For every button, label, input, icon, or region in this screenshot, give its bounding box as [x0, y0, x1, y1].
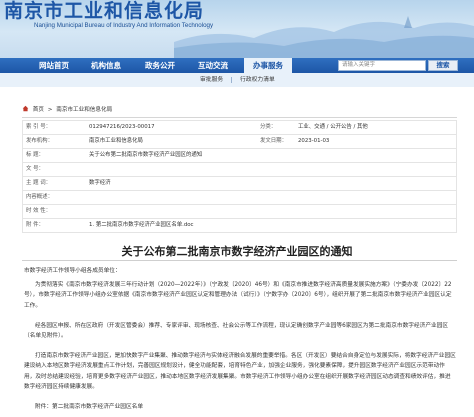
subnav-divider [231, 77, 232, 83]
publisher-label: 发布机构： [26, 138, 53, 144]
search-button[interactable]: 搜索 [428, 60, 458, 71]
info-row-docno: 文 号： [22, 162, 457, 176]
title-divider [22, 260, 457, 261]
title-value: 关于公布第二批南京市数字经济产业园区的通知 [89, 152, 203, 158]
article-paragraph: 经各园区申报、所在区政府（开发区管委会）推荐、专家评审、现场核查、社会公示等工作… [24, 323, 449, 340]
info-row-validity: 时 效 性： [22, 204, 457, 218]
info-row-summary: 内容概述： [22, 190, 457, 204]
info-row-title: 标 题： 关于公布第二批南京市数字经济产业园区的通知 [22, 148, 457, 162]
publisher-value: 南京市工业和信息化局 [89, 138, 143, 144]
article-title: 关于公布第二批南京市数字经济产业园区的通知 [121, 245, 353, 258]
effect-label: 时 效 性： [26, 208, 51, 214]
article-attachment-note: 附件：第二批南京市数字经济产业园区名单 [35, 404, 144, 410]
content-label: 内容概述： [26, 194, 53, 200]
article-paragraph: 打造南京市数字经济产业园区，是加快数字产业集聚、推动数字经济与实体经济融合发展的… [24, 353, 456, 391]
article-paragraph: 为贯彻落实《南京市数字经济发展三年行动计划（2020—2022年）》（宁政发〔2… [24, 282, 452, 309]
site-title: 南京市工业和信息化局 [4, 0, 205, 22]
nav-services[interactable]: 办事服务 [244, 58, 292, 73]
sub-nav: 审批服务 行政权力清单 [0, 73, 474, 87]
breadcrumb-separator: > [47, 107, 53, 113]
keywords-label: 主 题 词： [26, 180, 51, 186]
nav-interaction[interactable]: 互动交流 [191, 58, 235, 73]
site-banner: 南京市工业和信息化局 Nanjing Municipal Bureau of I… [0, 0, 474, 58]
subnav-power-list[interactable]: 行政权力清单 [240, 73, 275, 87]
home-icon [22, 105, 29, 112]
attachment-link[interactable]: 1. 第二批南京市数字经济产业园区名单.doc [89, 218, 194, 232]
info-row-keywords: 主 题 词： 数字经济 [22, 176, 457, 190]
keywords-value: 数字经济 [89, 180, 111, 186]
attach-label: 附 件： [26, 222, 44, 228]
main-nav: 网站首页 机构信息 政务公开 互动交流 办事服务 请输入关键字 搜索 [0, 58, 474, 73]
mountain-landscape-graphic [174, 16, 474, 58]
breadcrumb-home[interactable]: 首页 [33, 107, 44, 113]
breadcrumb-divider [22, 117, 457, 118]
info-table-border [22, 232, 457, 233]
info-row-publisher: 发布机构： 南京市工业和信息化局 发文日期： 2023-01-03 [22, 134, 457, 148]
subnav-approval-services[interactable]: 审批服务 [200, 73, 223, 87]
nav-organization[interactable]: 机构信息 [84, 58, 128, 73]
category-label: 分类： [260, 124, 277, 130]
search-input[interactable]: 请输入关键字 [338, 60, 426, 71]
info-row-attachment: 附 件： 1. 第二批南京市数字经济产业园区名单.doc [22, 218, 457, 232]
breadcrumb-current[interactable]: 南京市工业和信息化局 [56, 107, 112, 113]
info-row-index: 索 引 号： 012947216/2023-00017 分类： 工业、交通 / … [22, 120, 457, 134]
nav-home[interactable]: 网站首页 [32, 58, 76, 73]
title-label: 标 题： [26, 152, 44, 158]
nav-government-affairs[interactable]: 政务公开 [138, 58, 182, 73]
article-salutation: 市数字经济工作领导小组各成员单位： [24, 268, 121, 274]
date-value: 2023-01-03 [298, 138, 330, 144]
breadcrumb: 首页 > 南京市工业和信息化局 [22, 105, 112, 115]
date-label: 发文日期： [260, 138, 287, 144]
docno-label: 文 号： [26, 166, 44, 172]
index-value: 012947216/2023-00017 [89, 124, 155, 130]
category-value: 工业、交通 / 公开公告 / 其他 [298, 124, 368, 130]
index-label: 索 引 号： [26, 124, 51, 130]
site-subtitle: Nanjing Municipal Bureau of Industry And… [34, 22, 214, 29]
